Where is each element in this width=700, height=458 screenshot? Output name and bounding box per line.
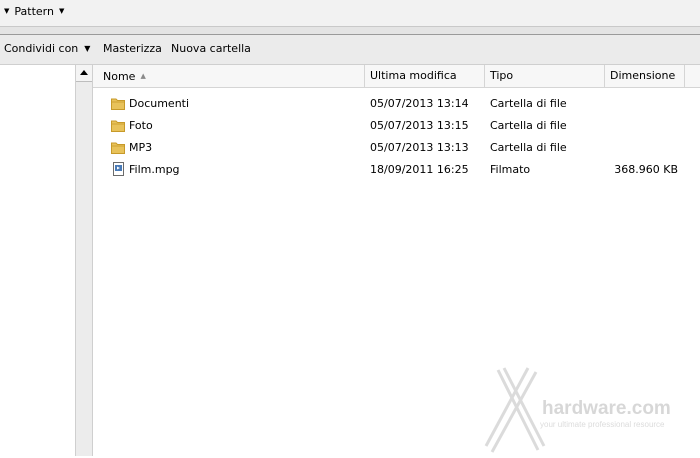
sort-ascending-icon: ▲ (140, 72, 146, 80)
watermark-tagline: your ultimate professional resource (540, 420, 665, 429)
chevron-down-icon[interactable]: ▼ (59, 8, 64, 15)
folder-icon (111, 142, 125, 154)
file-modified: 05/07/2013 13:13 (370, 141, 469, 154)
table-row[interactable]: Foto 05/07/2013 13:15 Cartella di file (93, 115, 700, 137)
address-bar: ▼ Pattern ▼ (0, 0, 700, 27)
file-name: Foto (129, 119, 153, 132)
file-size (605, 115, 678, 137)
file-modified: 18/09/2011 16:25 (370, 163, 469, 176)
burn-button[interactable]: Masterizza (103, 42, 162, 55)
file-modified: 05/07/2013 13:14 (370, 97, 469, 110)
file-type: Cartella di file (490, 119, 567, 132)
video-file-icon (113, 162, 124, 176)
share-with-button[interactable]: Condividi con ▼ (4, 42, 90, 55)
file-type: Cartella di file (490, 141, 567, 154)
table-row[interactable]: Documenti 05/07/2013 13:14 Cartella di fil… (93, 93, 700, 115)
scroll-up-arrow-icon[interactable] (76, 65, 92, 82)
file-modified: 05/07/2013 13:15 (370, 119, 469, 132)
file-type: Cartella di file (490, 97, 567, 110)
command-bar: Condividi con ▼ Masterizza Nuova cartell… (0, 35, 700, 65)
file-size (605, 93, 678, 115)
watermark-brand: hardware (542, 398, 627, 419)
column-header-row: Nome ▲ Ultima modifica Tipo Dimensione (93, 65, 700, 88)
new-folder-button[interactable]: Nuova cartella (171, 42, 251, 55)
file-size: 368.960 KB (614, 163, 678, 176)
watermark-logo: hardware.com your ultimate professional … (470, 360, 695, 455)
table-row[interactable]: MP3 05/07/2013 13:13 Cartella di file (93, 137, 700, 159)
chevron-down-icon[interactable]: ▼ (4, 8, 9, 15)
file-name: Film.mpg (129, 163, 180, 176)
column-header-type[interactable]: Tipo (485, 65, 605, 87)
column-header-size[interactable]: Dimensione (605, 65, 685, 87)
breadcrumb[interactable]: ▼ Pattern ▼ (4, 5, 64, 18)
folder-icon (111, 98, 125, 110)
divider (0, 27, 700, 35)
column-header-modified[interactable]: Ultima modifica (365, 65, 485, 87)
column-header-name[interactable]: Nome ▲ (93, 65, 365, 87)
file-name: Documenti (129, 97, 190, 110)
chevron-down-icon: ▼ (84, 43, 91, 53)
file-type: Filmato (490, 163, 531, 176)
navigation-scrollbar[interactable] (75, 65, 93, 456)
file-size (605, 137, 678, 159)
table-row[interactable]: Film.mpg 18/09/2011 16:25 Filmato 368.960 K… (93, 159, 700, 181)
navigation-pane[interactable] (0, 65, 75, 456)
breadcrumb-pattern[interactable]: Pattern (14, 5, 54, 18)
folder-icon (111, 120, 125, 132)
watermark-domain: .com (626, 398, 671, 419)
file-name: MP3 (129, 141, 153, 154)
